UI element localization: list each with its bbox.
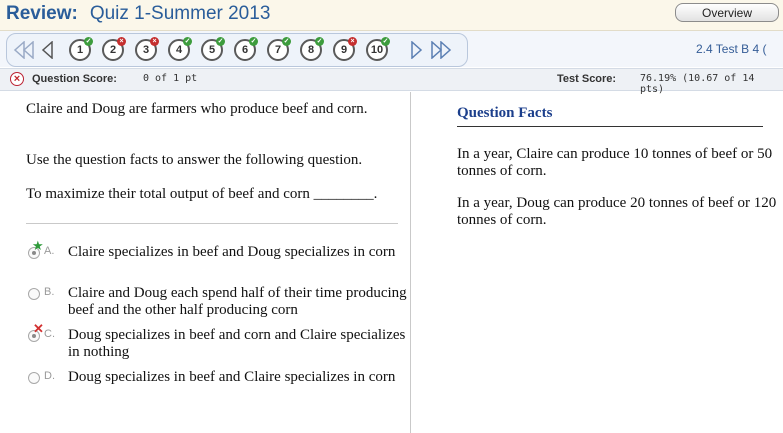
question-number: 5 bbox=[208, 44, 216, 56]
question-2-button[interactable]: 2 × bbox=[102, 37, 126, 61]
correct-answer-star-icon: ★ bbox=[32, 238, 44, 253]
review-label: Review: bbox=[6, 3, 78, 24]
review-header: Review: Quiz 1-Summer 2013 Overview bbox=[0, 0, 783, 31]
question-10-button[interactable]: 10 ✓ bbox=[366, 37, 390, 61]
next-question-icon[interactable] bbox=[411, 40, 423, 60]
question-number: 7 bbox=[274, 44, 282, 56]
fact-item: In a year, Doug can produce 20 tonnes of… bbox=[457, 195, 777, 228]
question-6-button[interactable]: 6 ✓ bbox=[234, 37, 258, 61]
question-intro: Claire and Doug are farmers who produce … bbox=[26, 101, 368, 117]
question-facts-panel: Question Facts In a year, Claire can pro… bbox=[411, 92, 783, 433]
question-number: 9 bbox=[340, 44, 348, 56]
question-5-button[interactable]: 5 ✓ bbox=[201, 37, 225, 61]
score-bar: × Question Score: 0 of 1 pt Test Score: … bbox=[0, 68, 783, 95]
question-instruction: Use the question facts to answer the fol… bbox=[26, 152, 363, 168]
question-1-button[interactable]: 1 ✓ bbox=[69, 37, 93, 61]
question-8-button[interactable]: 8 ✓ bbox=[300, 37, 324, 61]
answer-option-d[interactable]: D. Doug specializes in beef and Claire s… bbox=[26, 369, 406, 403]
wrong-answer-x-icon: ✕ bbox=[33, 321, 44, 336]
question-3-button[interactable]: 3 × bbox=[135, 37, 159, 61]
incorrect-x-icon: × bbox=[150, 37, 159, 46]
question-number: 10 bbox=[370, 44, 384, 56]
facts-divider bbox=[457, 126, 763, 127]
correct-check-icon: ✓ bbox=[249, 37, 258, 46]
question-number: 3 bbox=[142, 44, 150, 56]
incorrect-x-icon: × bbox=[117, 37, 126, 46]
answer-option-b[interactable]: B. Claire and Doug each spend half of th… bbox=[26, 285, 407, 319]
correct-check-icon: ✓ bbox=[381, 37, 390, 46]
correct-check-icon: ✓ bbox=[282, 37, 291, 46]
correct-check-icon: ✓ bbox=[216, 37, 225, 46]
first-question-icon[interactable] bbox=[13, 40, 35, 60]
question-prompt: To maximize their total output of beef a… bbox=[26, 186, 378, 202]
incorrect-icon: × bbox=[10, 72, 24, 86]
option-text: Doug specializes in beef and Claire spec… bbox=[68, 369, 396, 385]
test-score-label: Test Score: bbox=[557, 73, 617, 85]
answer-option-c[interactable]: ✕ C. Doug specializes in beef and corn a… bbox=[26, 321, 406, 361]
fact-item: In a year, Claire can produce 10 tonnes … bbox=[457, 146, 773, 179]
correct-check-icon: ✓ bbox=[315, 37, 324, 46]
option-text: Claire specializes in beef and Doug spec… bbox=[68, 244, 396, 260]
option-letter: B. bbox=[44, 286, 55, 298]
overview-button[interactable]: Overview bbox=[675, 3, 779, 22]
option-letter: D. bbox=[44, 370, 55, 382]
question-7-button[interactable]: 7 ✓ bbox=[267, 37, 291, 61]
option-letter: C. bbox=[44, 328, 55, 340]
option-text: Claire and Doug each spend half of their… bbox=[68, 285, 407, 318]
question-9-button[interactable]: 9 × bbox=[333, 37, 357, 61]
question-number: 2 bbox=[109, 44, 117, 56]
answer-option-a[interactable]: ★ A. Claire specializes in beef and Doug… bbox=[26, 238, 406, 278]
question-nav-container: 1 ✓ 2 × 3 × 4 ✓ 5 ✓ 6 ✓ 7 ✓ 8 ✓ 9 × 10 ✓ bbox=[6, 33, 468, 67]
question-score-label: Question Score: bbox=[32, 73, 117, 85]
facts-title: Question Facts bbox=[457, 105, 553, 121]
radio-button[interactable] bbox=[28, 288, 40, 300]
divider bbox=[26, 223, 398, 224]
question-number: 6 bbox=[241, 44, 249, 56]
review-title: Review: Quiz 1-Summer 2013 bbox=[6, 3, 270, 25]
correct-check-icon: ✓ bbox=[84, 37, 93, 46]
question-number: 4 bbox=[175, 44, 183, 56]
incorrect-x-icon: × bbox=[348, 37, 357, 46]
question-panel: Claire and Doug are farmers who produce … bbox=[0, 92, 411, 433]
option-text: Doug specializes in beef and corn and Cl… bbox=[68, 327, 406, 360]
last-question-icon[interactable] bbox=[431, 40, 453, 60]
question-4-button[interactable]: 4 ✓ bbox=[168, 37, 192, 61]
question-navigation-bar: 1 ✓ 2 × 3 × 4 ✓ 5 ✓ 6 ✓ 7 ✓ 8 ✓ 9 × 10 ✓ 2.4 Test B 4 ( bbox=[0, 31, 783, 67]
previous-question-icon[interactable] bbox=[41, 40, 53, 60]
correct-check-icon: ✓ bbox=[183, 37, 192, 46]
option-letter: A. bbox=[44, 245, 55, 257]
question-number: 8 bbox=[307, 44, 315, 56]
test-name-label: 2.4 Test B 4 ( bbox=[696, 42, 767, 56]
radio-button[interactable] bbox=[28, 372, 40, 384]
question-number: 1 bbox=[76, 44, 84, 56]
quiz-title: Quiz 1-Summer 2013 bbox=[89, 3, 271, 24]
question-score-value: 0 of 1 pt bbox=[143, 73, 198, 84]
